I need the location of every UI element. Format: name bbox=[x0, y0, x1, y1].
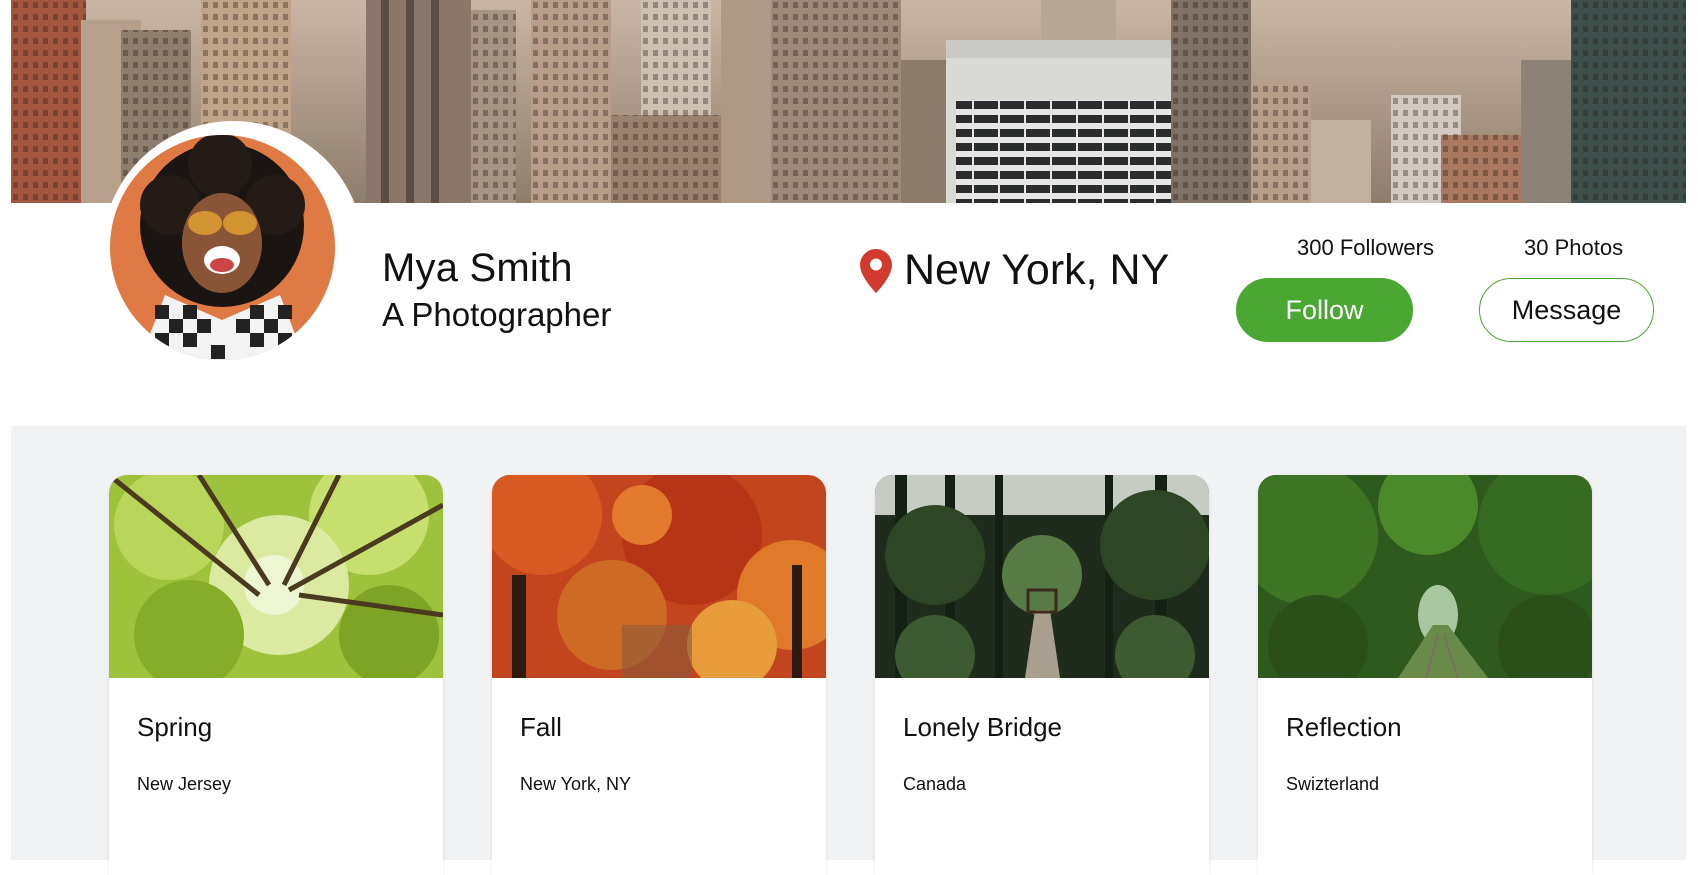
card-location: Swizterland bbox=[1286, 774, 1380, 794]
card-location: New York, NY bbox=[520, 774, 632, 794]
photo-reflection bbox=[1258, 475, 1592, 678]
map-pin-icon bbox=[860, 248, 892, 293]
card-location: New Jersey bbox=[137, 774, 232, 794]
location-text: New York, NY bbox=[904, 246, 1170, 294]
profile-location: New York, NY bbox=[860, 246, 1169, 295]
message-button[interactable]: Message bbox=[1479, 278, 1654, 342]
followers-count: 300 Followers bbox=[1297, 235, 1434, 260]
avatar[interactable] bbox=[110, 135, 335, 360]
photo-card-lonely-bridge[interactable]: Lonely Bridge Canada bbox=[875, 475, 1209, 875]
photos-count: 30 Photos bbox=[1524, 235, 1624, 260]
photo-spring bbox=[109, 475, 443, 678]
photo-card-reflection[interactable]: Reflection Swizterland bbox=[1258, 475, 1592, 875]
photo-fall bbox=[492, 475, 826, 678]
photo-gallery: Spring New Jersey Fall New York, NY Lone… bbox=[11, 426, 1686, 875]
card-location: Canada bbox=[903, 774, 967, 794]
card-title: Lonely Bridge bbox=[903, 712, 1062, 742]
profile-page: Mya Smith A Photographer New York, NY 30… bbox=[11, 0, 1686, 875]
photo-card-fall[interactable]: Fall New York, NY bbox=[492, 475, 826, 875]
profile-name: Mya Smith bbox=[382, 246, 573, 290]
card-title: Reflection bbox=[1286, 712, 1402, 742]
card-title: Spring bbox=[137, 712, 213, 742]
profile-tagline: A Photographer bbox=[382, 296, 612, 333]
photo-lonely-bridge bbox=[875, 475, 1209, 678]
follow-button[interactable]: Follow bbox=[1236, 278, 1413, 342]
photo-card-spring[interactable]: Spring New Jersey bbox=[109, 475, 443, 875]
card-title: Fall bbox=[520, 712, 562, 742]
